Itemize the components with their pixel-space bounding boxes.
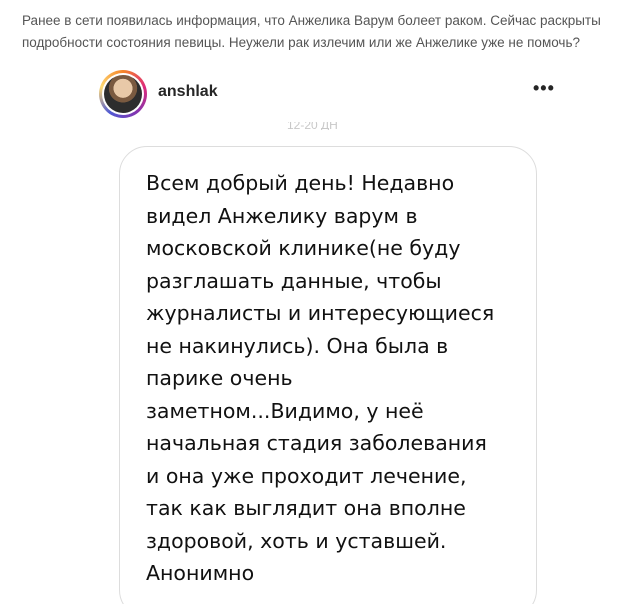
partial-caption: 12-20 ДН: [287, 122, 338, 130]
article-intro: Ранее в сети появилась информация, что А…: [22, 13, 601, 50]
avatar-ring-gap: [102, 73, 144, 115]
ellipsis-icon[interactable]: •••: [533, 78, 555, 99]
instagram-post: anshlak ••• 12-20 ДН Всем добрый день! Н…: [91, 66, 572, 604]
avatar-photo: [104, 75, 142, 113]
message-bubble: Всем добрый день! Недавно видел Анжелику…: [119, 146, 537, 604]
post-username[interactable]: anshlak: [158, 83, 218, 101]
avatar[interactable]: [99, 70, 147, 118]
message-text: Всем добрый день! Недавно видел Анжелику…: [146, 171, 495, 585]
post-header: anshlak •••: [91, 66, 572, 124]
